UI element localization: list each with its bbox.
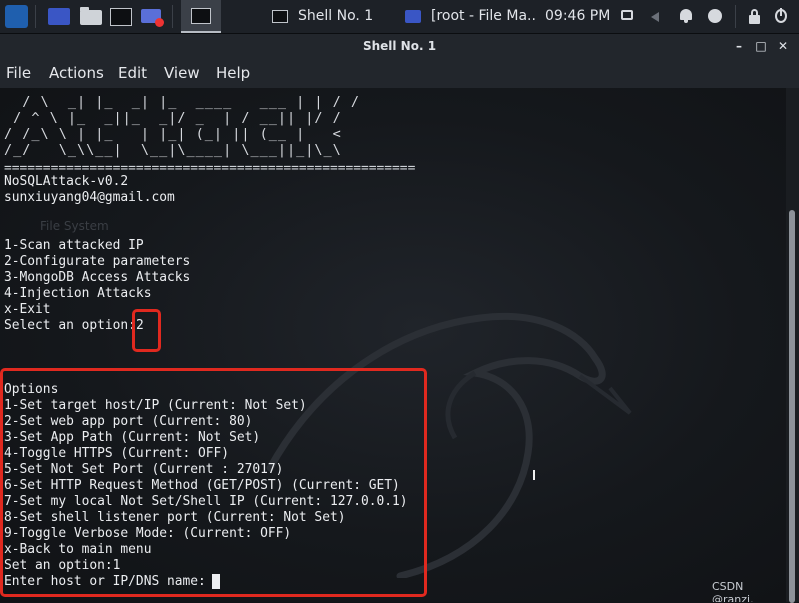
screen-recorder-launcher[interactable] xyxy=(137,0,167,33)
record-dot-icon xyxy=(155,18,164,27)
terminal-icon xyxy=(272,10,288,23)
task-shell-no-1[interactable]: Shell No. 1 xyxy=(272,0,398,33)
menu-view[interactable]: View xyxy=(164,64,200,82)
kali-dragon-icon xyxy=(5,5,28,28)
menu-line: x-Exit xyxy=(4,302,51,317)
terminal-scrollbar[interactable] xyxy=(786,88,799,603)
select-prompt: Select an option:2 xyxy=(4,318,144,334)
clock[interactable]: 09:46 PM xyxy=(545,0,610,33)
menu-line: 1-Scan attacked IP xyxy=(4,238,144,253)
menu-line: 3-MongoDB Access Attacks xyxy=(4,270,191,285)
logout-icon[interactable] xyxy=(773,8,789,24)
select-prompt-label: Select an option: xyxy=(4,318,136,333)
notification-bell-icon[interactable] xyxy=(678,8,694,24)
display-icon[interactable] xyxy=(620,8,636,24)
top-panel: Shell No. 1 [root - File Ma... 09:46 PM xyxy=(0,0,799,34)
terminal-icon xyxy=(110,8,132,26)
menu-bar: File Actions Edit View Help xyxy=(0,58,799,88)
menu-edit[interactable]: Edit xyxy=(118,64,147,82)
window-title: Shell No. 1 xyxy=(362,39,437,53)
show-desktop-button[interactable] xyxy=(44,0,74,33)
menu-file[interactable]: File xyxy=(6,64,31,82)
ascii-art-line: /_/ \_\\__| \__|\____| \___||_|\_\ xyxy=(4,142,342,158)
window-titlebar[interactable]: Shell No. 1 – □ ✕ xyxy=(0,34,799,58)
desktop-ghost-label: File System xyxy=(40,219,109,233)
kali-menu-button[interactable] xyxy=(2,0,32,33)
menu-help[interactable]: Help xyxy=(216,64,250,82)
folder-icon xyxy=(80,10,102,25)
version-line: NoSQLAttack-v0.2 xyxy=(4,174,129,189)
menu-actions[interactable]: Actions xyxy=(49,64,104,82)
terminal-output[interactable]: / \ _| |_ _| |_ ____ ___ | | / / / ^ \ |… xyxy=(0,88,786,602)
lock-screen-icon[interactable] xyxy=(746,8,762,24)
scrollbar-thumb[interactable] xyxy=(789,210,795,603)
terminal-icon xyxy=(191,8,211,24)
panel-separator xyxy=(35,5,36,28)
menu-line: 2-Configurate parameters xyxy=(4,254,191,269)
file-manager-launcher[interactable] xyxy=(76,0,106,33)
task-label: Shell No. 1 xyxy=(298,8,374,24)
watermark: CSDN @ranzi. xyxy=(712,580,754,602)
folder-icon xyxy=(405,10,421,23)
workspace-1-button[interactable] xyxy=(181,0,221,33)
highlight-box-options xyxy=(0,368,427,597)
terminal-launcher[interactable] xyxy=(106,0,136,33)
email-line: sunxiuyang04@gmail.com xyxy=(4,190,175,205)
panel-separator xyxy=(172,5,173,28)
close-button[interactable]: ✕ xyxy=(774,37,792,55)
task-label: [root - File Ma... xyxy=(431,8,537,24)
task-file-manager[interactable]: [root - File Ma... xyxy=(405,0,537,33)
menu-line: 4-Injection Attacks xyxy=(4,286,152,301)
ascii-art-line: / \ _| |_ _| |_ ____ ___ | | / / xyxy=(4,94,360,110)
minimize-button[interactable]: – xyxy=(730,37,748,55)
panel-separator xyxy=(735,5,736,28)
maximize-button[interactable]: □ xyxy=(752,37,770,55)
power-manager-icon[interactable] xyxy=(707,8,723,24)
ascii-art-line: / /_\ \ | |_ | |_| (_| || (__ | < xyxy=(4,126,351,142)
volume-muted-icon[interactable] xyxy=(649,8,665,24)
desktop-icon xyxy=(48,8,70,25)
i-beam-cursor-icon xyxy=(533,470,535,480)
highlight-box-selection xyxy=(132,309,161,352)
ascii-art-line: / ^ \ |_ _||_ _|/ _ | / __|| |/ / xyxy=(4,110,342,126)
